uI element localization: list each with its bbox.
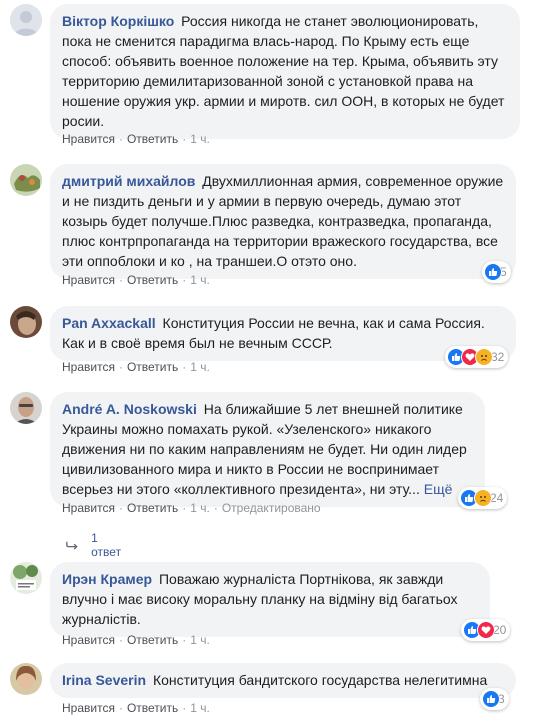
like-link[interactable]: Нравится	[62, 273, 115, 287]
comment-bubble: Ирэн Крамер Поважаю журналіста Портніков…	[50, 562, 490, 637]
comment-bubble: Irina Severin Конституция бандитского го…	[50, 663, 516, 698]
like-link[interactable]: Нравится	[62, 360, 115, 374]
comment-author[interactable]: дмитрий михайлов	[62, 173, 195, 189]
like-link[interactable]: Нравится	[62, 132, 115, 146]
sad-icon	[474, 489, 492, 507]
user-photo-icon	[10, 663, 42, 695]
comment-actions: Нравится · Ответить · 1 ч.	[62, 701, 210, 715]
avatar[interactable]	[10, 164, 42, 196]
reactions-summary[interactable]: 3	[480, 688, 509, 710]
reaction-count: 32	[491, 350, 505, 364]
reaction-count: 20	[493, 623, 507, 637]
user-photo-icon	[10, 306, 42, 338]
view-replies-link[interactable]: 1 ответ	[66, 531, 124, 559]
reply-link[interactable]: Ответить	[127, 273, 178, 287]
comment-actions: Нравится · Ответить · 1 ч.	[62, 273, 210, 287]
avatar[interactable]	[10, 4, 42, 36]
like-icon	[482, 690, 500, 708]
comment-text: Конституция бандитского государства неле…	[152, 672, 488, 688]
default-avatar-icon	[10, 4, 42, 36]
like-link[interactable]: Нравится	[62, 501, 115, 515]
comment-author[interactable]: Ирэн Крамер	[62, 571, 152, 587]
comment-bubble: André A. Noskowski На ближайшие 5 лет вн…	[50, 392, 485, 507]
comment-actions: Нравится · Ответить · 1 ч.	[62, 360, 210, 374]
reaction-count: 24	[490, 491, 504, 505]
comment-time[interactable]: 1 ч.	[190, 701, 210, 715]
reactions-summary[interactable]: 5	[482, 261, 511, 283]
see-more-link[interactable]: Ещё	[424, 481, 453, 497]
comment-actions: Нравится · Ответить · 1 ч.	[62, 633, 210, 647]
reactions-summary[interactable]: 20	[461, 619, 511, 641]
reply-link[interactable]: Ответить	[127, 360, 178, 374]
comment-time[interactable]: 1 ч.	[190, 360, 210, 374]
love-icon	[477, 621, 495, 639]
comment-text: Россия никогда не станет эволюционироват…	[62, 13, 505, 129]
avatar[interactable]	[10, 306, 42, 338]
edited-label[interactable]: Отредактировано	[222, 501, 321, 515]
comment-time[interactable]: 1 ч.	[190, 501, 210, 515]
like-link[interactable]: Нравится	[62, 701, 115, 715]
comment-bubble: Віктор Коркішко Россия никогда не станет…	[50, 4, 520, 139]
user-photo-icon	[10, 164, 42, 196]
avatar[interactable]	[10, 392, 42, 424]
reactions-summary[interactable]: 32	[445, 346, 509, 368]
reply-link[interactable]: Ответить	[127, 701, 178, 715]
sad-icon	[475, 348, 493, 366]
reply-arrow-icon	[66, 541, 78, 550]
avatar[interactable]	[10, 663, 42, 695]
comment-author[interactable]: Pan Axxackall	[62, 315, 156, 331]
user-photo-icon	[10, 392, 42, 424]
replies-count[interactable]: 1 ответ	[91, 531, 124, 559]
comment-time[interactable]: 1 ч.	[190, 633, 210, 647]
avatar[interactable]	[10, 562, 42, 594]
reactions-summary[interactable]: 24	[458, 487, 508, 509]
reply-link[interactable]: Ответить	[127, 501, 178, 515]
comment-time[interactable]: 1 ч.	[190, 273, 210, 287]
comment-author[interactable]: André A. Noskowski	[62, 401, 197, 417]
reply-link[interactable]: Ответить	[127, 132, 178, 146]
comment-time[interactable]: 1 ч.	[190, 132, 210, 146]
comment-author[interactable]: Віктор Коркішко	[62, 13, 174, 29]
like-link[interactable]: Нравится	[62, 633, 115, 647]
user-photo-icon	[10, 562, 42, 594]
comment-actions: Нравится · Ответить · 1 ч. · Отредактировано	[62, 501, 321, 515]
reply-link[interactable]: Ответить	[127, 633, 178, 647]
comment-actions: Нравится · Ответить · 1 ч.	[62, 132, 210, 146]
like-icon	[484, 263, 502, 281]
comment-bubble: дмитрий михайлов Двухмиллионная армия, с…	[50, 164, 516, 279]
comment-author[interactable]: Irina Severin	[62, 672, 146, 688]
